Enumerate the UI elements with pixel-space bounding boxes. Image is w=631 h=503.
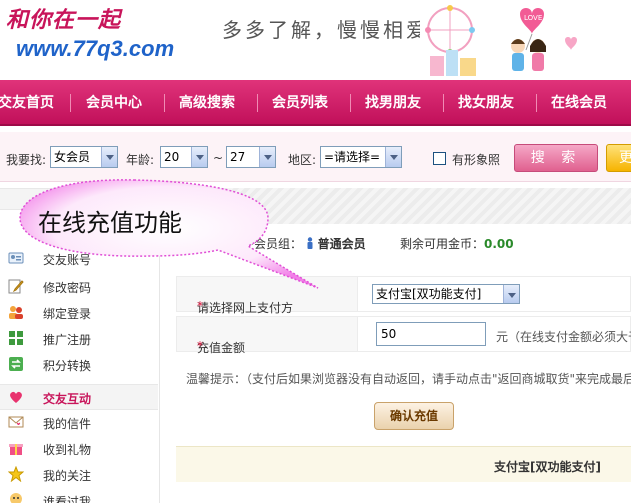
nav-divider (443, 94, 444, 112)
logo-chinese-text: 和你在一起 (6, 7, 122, 33)
amount-unit-note: 元（在线支付金额必须大于 (496, 330, 631, 344)
sidebar-item-gifts[interactable]: 收到礼物 (0, 436, 158, 462)
nav-divider (536, 94, 537, 112)
nav-item-member-list[interactable]: 会员列表 (272, 80, 328, 126)
member-group-label: 所在会员组： (230, 237, 303, 251)
nav-divider (257, 94, 258, 112)
age-from-value: 20 (164, 150, 180, 164)
age-to-value: 27 (230, 150, 246, 164)
users-icon (9, 306, 23, 319)
site-logo[interactable]: 和你在一起 www.77q3.com (6, 2, 174, 72)
eye-icon (10, 493, 22, 503)
sidebar-item-account[interactable]: 交友账号 (0, 246, 158, 272)
page-root: 和你在一起 www.77q3.com 多多了解，慢慢相爱 LOVE 交友首页 会… (0, 0, 631, 503)
age-from-select[interactable]: 20 (160, 146, 208, 168)
required-asterisk: * (197, 339, 203, 353)
region-label: 地区: (288, 153, 317, 167)
nav-item-home[interactable]: 交友首页 (0, 80, 54, 126)
sidebar-item-label: 交友账号 (43, 253, 92, 267)
sidebar-item-label: 修改密码 (43, 281, 92, 295)
gender-select[interactable]: 女会员 (50, 146, 118, 168)
age-separator: ~ (213, 151, 224, 165)
warm-tip-text: 温馨提示：（支付后如果浏览器没有自动返回，请手动点击"返回商城取货"来完成最后 (186, 372, 631, 386)
pay-method-value: 支付宝[双功能支付] (376, 287, 482, 301)
chevron-down-icon (503, 285, 519, 303)
more-search-button[interactable]: 更 (606, 144, 631, 172)
sidebar-item-label: 积分转换 (43, 359, 92, 373)
nav-item-online-members[interactable]: 在线会员 (551, 80, 607, 126)
sidebar-item-letters[interactable]: 我的信件 (0, 410, 158, 436)
member-group-value: 普通会员 (317, 237, 366, 251)
pay-method-footer: 支付宝[双功能支付] (176, 446, 631, 482)
panel-header-stripe (160, 188, 631, 224)
amount-input[interactable]: 50 (376, 322, 486, 346)
site-slogan: 多多了解，慢慢相爱 (222, 18, 429, 42)
age-label: 年龄: (126, 153, 155, 167)
sidebar-item-visitors[interactable]: 谁看过我 (0, 488, 158, 503)
sidebar-item-label: 绑定登录 (43, 307, 92, 321)
love-balloon-text: LOVE (524, 14, 542, 22)
person-icon (307, 237, 313, 249)
sidebar-section-interaction[interactable]: 交友互动 (0, 384, 158, 410)
sidebar-item-label: 推广注册 (43, 333, 92, 347)
sidebar-item-points[interactable]: 积分转换 (0, 352, 158, 378)
chevron-down-icon (259, 147, 275, 167)
region-select[interactable]: =请选择= (320, 146, 402, 168)
sidebar-item-label: 我的信件 (43, 417, 92, 431)
nav-divider (70, 94, 71, 112)
find-label: 我要找: (6, 153, 47, 167)
sidebar-item-bind-login[interactable]: 绑定登录 (0, 300, 158, 326)
heart-icon (10, 391, 22, 403)
sidebar-item-label: 谁看过我 (43, 495, 92, 503)
nav-divider (164, 94, 165, 112)
nav-item-find-girlfriend[interactable]: 找女朋友 (458, 80, 514, 126)
callout-text: 在线充值功能 (38, 209, 182, 237)
chevron-down-icon (101, 147, 117, 167)
amount-label: 充值金额 (197, 341, 246, 355)
gender-select-value: 女会员 (54, 150, 91, 164)
sidebar-item-label: 我的关注 (43, 469, 92, 483)
age-to-select[interactable]: 27 (226, 146, 276, 168)
required-asterisk: * (197, 299, 203, 313)
member-group-info: 所在会员组： 普通会员 (230, 235, 366, 252)
chevron-down-icon (385, 147, 401, 167)
gold-balance-value: 0.00 (484, 237, 514, 251)
banner-couple-illustration: LOVE (420, 0, 590, 78)
photo-checkbox-label: 有形象照 (452, 153, 501, 167)
sidebar-item-label: 收到礼物 (43, 443, 92, 457)
confirm-recharge-button[interactable]: 确认充值 (374, 402, 454, 430)
pay-method-label: 请选择网上支付方 (197, 301, 294, 315)
site-header: 和你在一起 www.77q3.com 多多了解，慢慢相爱 LOVE (0, 0, 631, 80)
main-nav: 交友首页 会员中心 高级搜索 会员列表 找男朋友 找女朋友 在线会员 (0, 80, 631, 126)
sidebar-item-promote[interactable]: 推广注册 (0, 326, 158, 352)
pay-method-label-cell: 请选择网上支付方 * (176, 276, 358, 315)
pencil-icon (8, 279, 24, 294)
nav-item-find-boyfriend[interactable]: 找男朋友 (365, 80, 421, 126)
gold-balance-label: 剩余可用金币： (400, 237, 485, 251)
nav-item-member-center[interactable]: 会员中心 (86, 80, 142, 126)
grid-icon (9, 331, 23, 345)
sidebar-item-password[interactable]: 修改密码 (0, 274, 158, 300)
chevron-down-icon (191, 147, 207, 167)
transfer-icon (9, 357, 23, 371)
mail-icon (8, 416, 24, 428)
pay-method-footer-text: 支付宝[双功能支付] (494, 460, 601, 474)
nav-item-advanced-search[interactable]: 高级搜索 (179, 80, 235, 126)
sidebar-item-follows[interactable]: 我的关注 (0, 462, 158, 488)
amount-label-cell: 充值金额 * (176, 316, 358, 355)
user-card-icon (8, 252, 24, 264)
pay-method-select[interactable]: 支付宝[双功能支付] (372, 284, 520, 304)
region-select-value: =请选择= (324, 150, 381, 164)
star-icon (8, 466, 24, 482)
search-button[interactable]: 搜 索 (514, 144, 598, 172)
photo-checkbox[interactable] (433, 152, 446, 165)
nav-divider (350, 94, 351, 112)
sidebar-section-label: 交友互动 (43, 392, 92, 406)
gift-icon (9, 444, 23, 455)
gold-balance-info: 剩余可用金币：0.00 (400, 235, 514, 252)
logo-url-text: www.77q3.com (16, 36, 175, 61)
